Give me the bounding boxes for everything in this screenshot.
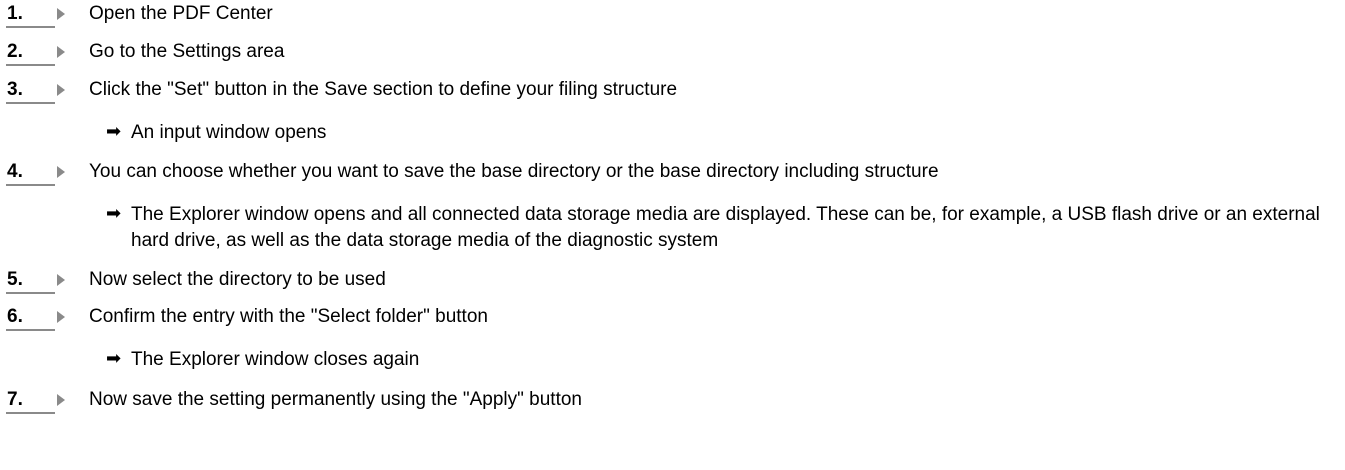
step-text: Click the "Set" button in the Save secti… (89, 79, 678, 100)
step-underline (6, 292, 55, 294)
step-text: Go to the Settings area (89, 41, 285, 62)
step-3: 3. Click the "Set" button in the Save se… (6, 76, 677, 106)
step-number: 1. (7, 3, 23, 24)
right-arrow-icon: ➡ (106, 203, 122, 223)
step-number-marker: 4. (6, 158, 65, 188)
step-4: 4. You can choose whether you want to sa… (6, 158, 939, 188)
triangle-right-icon (57, 166, 65, 178)
triangle-right-icon (57, 311, 65, 323)
step-text: Confirm the entry with the "Select folde… (89, 306, 488, 327)
step-text: Open the PDF Center (89, 3, 273, 24)
step-text: Now save the setting permanently using t… (89, 389, 582, 410)
step-1: 1. Open the PDF Center (6, 0, 273, 30)
step-number: 3. (7, 79, 23, 100)
step-number: 5. (7, 269, 23, 290)
right-arrow-icon: ➡ (106, 121, 122, 141)
result-text: The Explorer window opens and all connec… (131, 204, 1320, 251)
step-number: 7. (7, 389, 23, 410)
step-6: 6. Confirm the entry with the "Select fo… (6, 303, 488, 333)
step-number-marker: 7. (6, 386, 65, 416)
step-underline (6, 184, 55, 186)
triangle-right-icon (57, 46, 65, 58)
step-5: 5. Now select the directory to be used (6, 266, 386, 296)
step-number: 2. (7, 41, 23, 62)
step-number-marker: 3. (6, 76, 65, 106)
step-text: You can choose whether you want to save … (89, 161, 939, 182)
step-underline (6, 64, 55, 66)
triangle-right-icon (57, 394, 65, 406)
step-number: 6. (7, 306, 23, 327)
step-underline (6, 26, 55, 28)
step-underline (6, 412, 55, 414)
triangle-right-icon (57, 274, 65, 286)
triangle-right-icon (57, 84, 65, 96)
step-number-marker: 5. (6, 266, 65, 296)
result-text: An input window opens (131, 122, 327, 143)
step-7: 7. Now save the setting permanently usin… (6, 386, 582, 416)
triangle-right-icon (57, 8, 65, 20)
step-underline (6, 329, 55, 331)
step-number-marker: 6. (6, 303, 65, 333)
step-underline (6, 102, 55, 104)
step-text: Now select the directory to be used (89, 269, 386, 290)
step-number: 4. (7, 161, 23, 182)
step-number-marker: 1. (6, 0, 65, 30)
result-text: The Explorer window closes again (131, 349, 420, 370)
right-arrow-icon: ➡ (106, 348, 122, 368)
step-number-marker: 2. (6, 38, 65, 68)
step-2: 2. Go to the Settings area (6, 38, 284, 68)
